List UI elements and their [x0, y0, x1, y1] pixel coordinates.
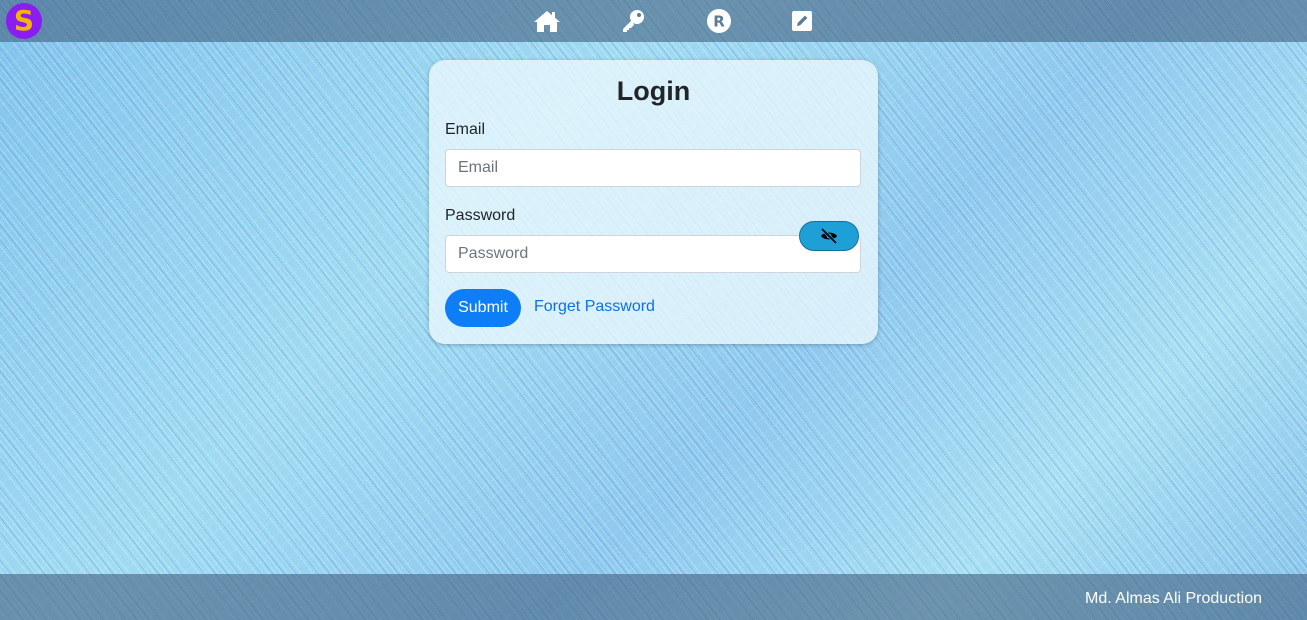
login-title: Login	[616, 76, 691, 106]
key-icon[interactable]	[619, 7, 647, 35]
footer: Md. Almas Ali Production	[0, 574, 1307, 620]
svg-text:R: R	[713, 13, 725, 31]
submit-button[interactable]: Submit	[445, 289, 521, 327]
brand-logo[interactable]: S	[6, 3, 42, 39]
password-label: Password	[445, 207, 516, 224]
forget-password-link[interactable]: Forget Password	[534, 298, 655, 316]
footer-credit: Md. Almas Ali Production	[1085, 590, 1262, 607]
logo-letter: S	[13, 4, 35, 37]
password-visibility-toggle[interactable]	[799, 221, 859, 251]
email-label: Email	[445, 121, 486, 138]
registered-icon[interactable]: R	[705, 7, 733, 35]
eye-slash-icon	[820, 228, 838, 244]
top-navbar: S R	[0, 0, 1307, 42]
email-input[interactable]	[445, 149, 861, 187]
login-card: Login Email Password Submit Forget Passw…	[429, 60, 878, 344]
password-input[interactable]	[445, 235, 861, 273]
home-icon[interactable]	[533, 7, 561, 35]
edit-icon[interactable]	[788, 7, 816, 35]
